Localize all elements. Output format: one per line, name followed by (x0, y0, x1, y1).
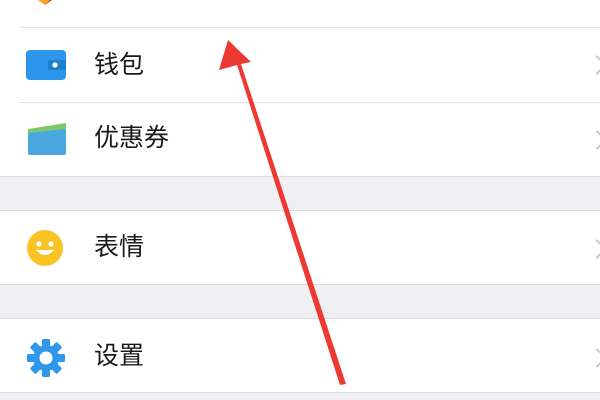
red-arrow-icon (219, 40, 346, 385)
